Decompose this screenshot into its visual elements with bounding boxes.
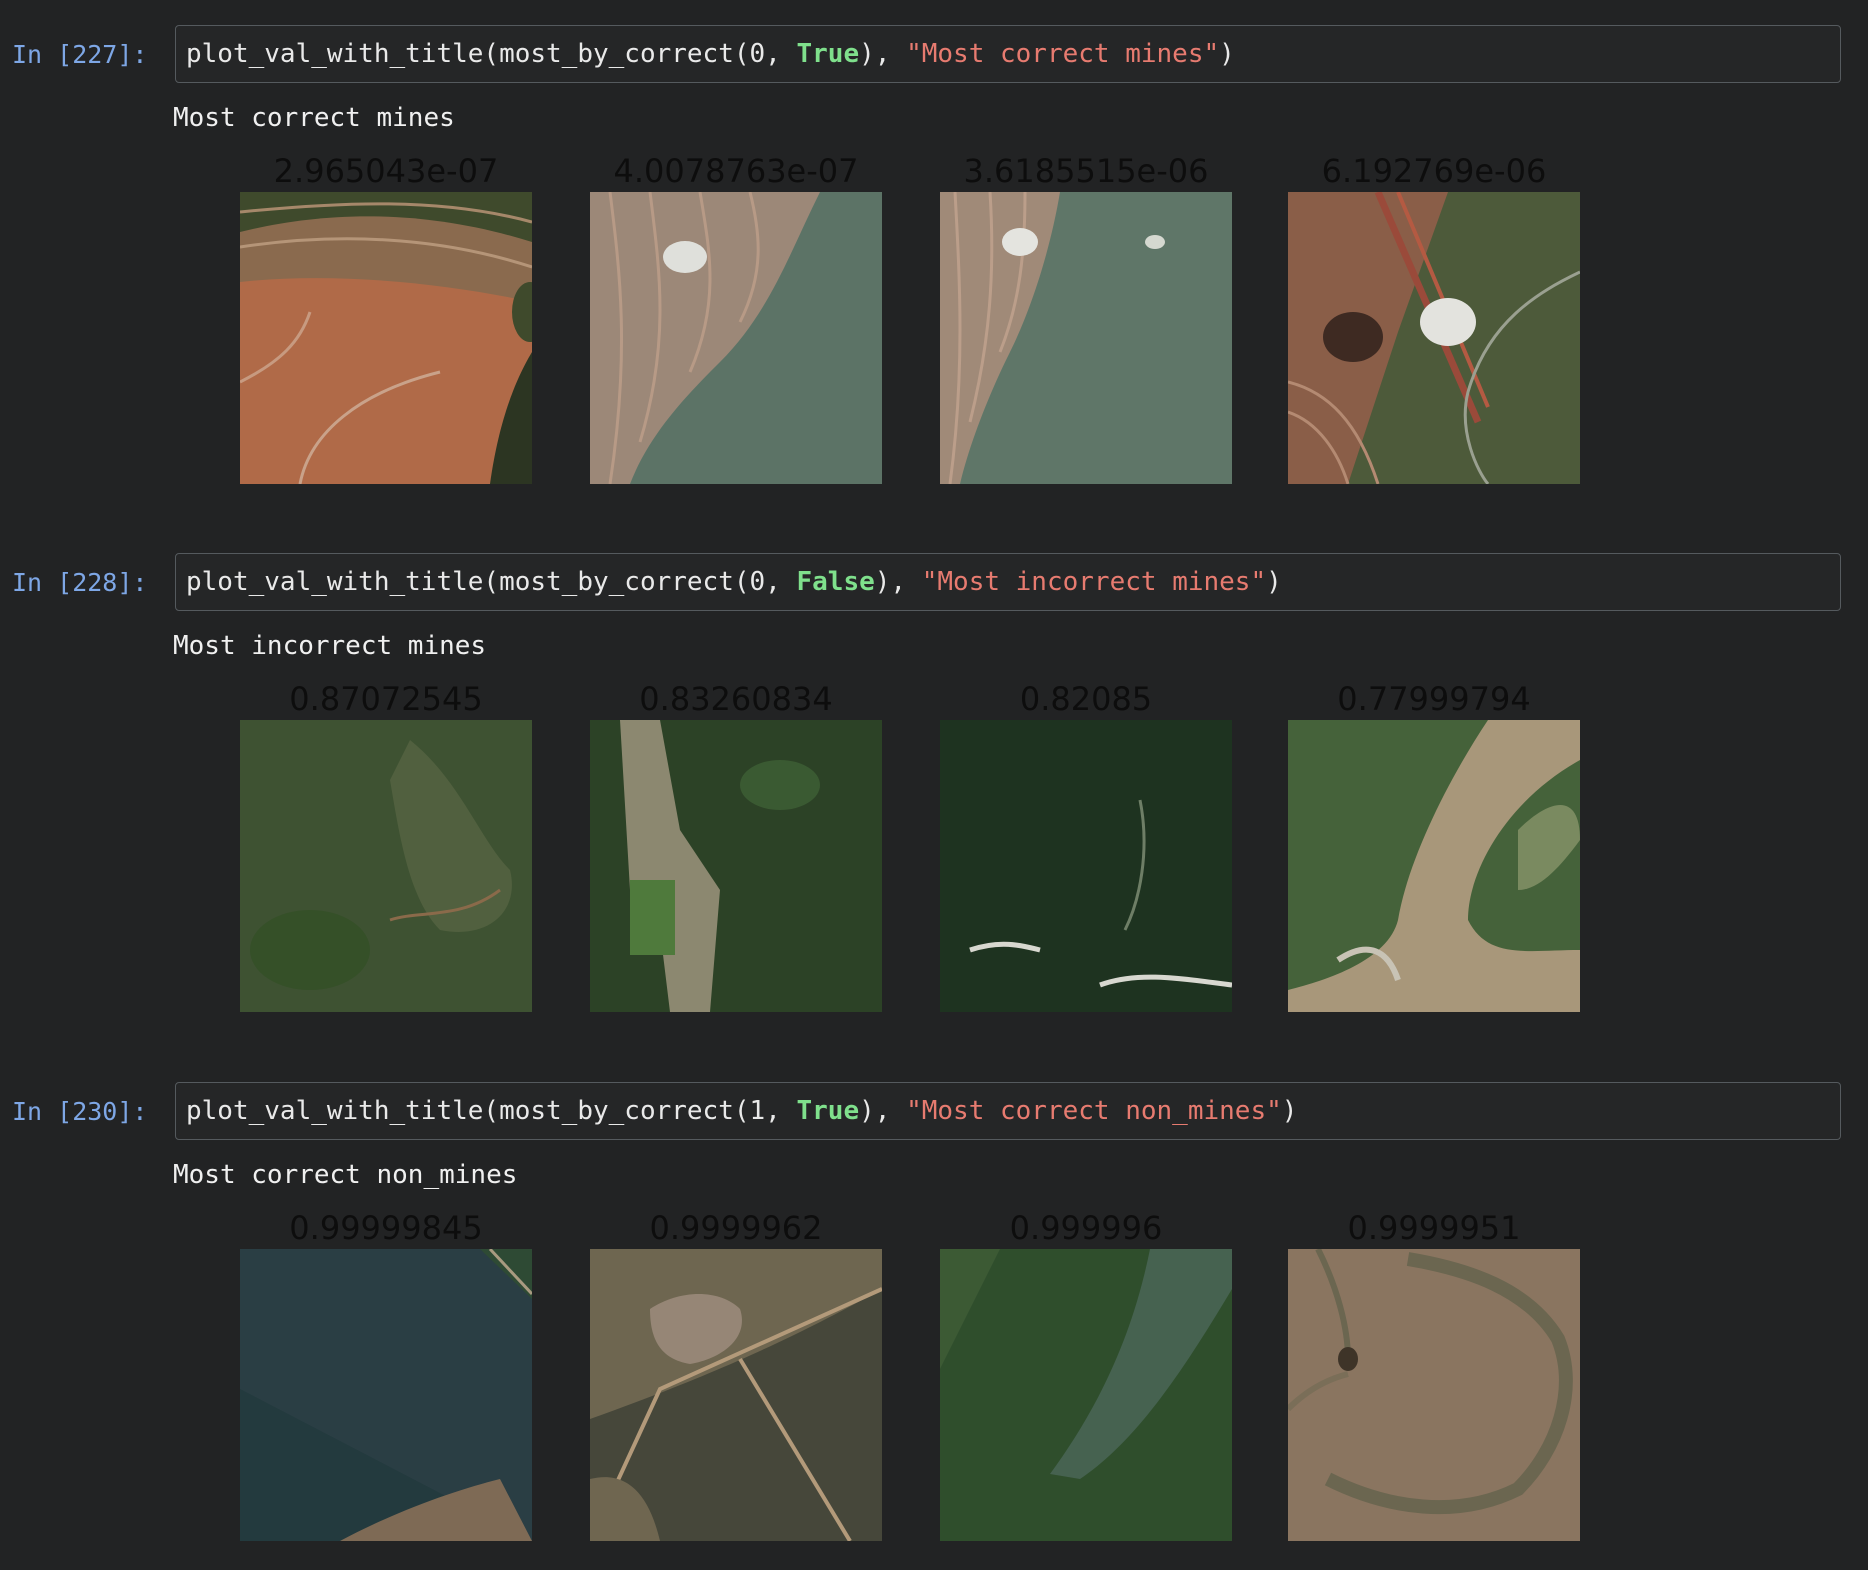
code-keyword: True	[796, 1096, 860, 1126]
code-string: "Most incorrect mines"	[921, 567, 1267, 597]
output-title: Most incorrect mines	[173, 631, 487, 661]
code-input[interactable]: plot_val_with_title(most_by_correct(0, F…	[175, 553, 1841, 611]
cell-prompt: In [230]:	[12, 1097, 148, 1126]
tile-label: 3.6185515e-06	[963, 152, 1209, 190]
tile-label: 0.9999962	[649, 1209, 823, 1247]
tile-label: 0.87072545	[289, 680, 483, 718]
satellite-image	[590, 1249, 882, 1541]
satellite-image	[1288, 720, 1580, 1012]
tile-label: 2.965043e-07	[273, 152, 499, 190]
code-end: )	[1266, 567, 1282, 597]
tile-label: 0.99999845	[289, 1209, 483, 1247]
code-mid: ),	[874, 567, 922, 597]
satellite-image	[1288, 192, 1580, 484]
code-fn: plot_val_with_title(most_by_correct(0,	[186, 39, 797, 69]
output-title: Most correct non_mines	[173, 1160, 518, 1190]
code-fn: plot_val_with_title(most_by_correct(0,	[186, 567, 797, 597]
code-keyword: False	[796, 567, 875, 597]
code-string: "Most correct mines"	[906, 39, 1220, 69]
tile-label: 6.192769e-06	[1321, 152, 1547, 190]
satellite-image	[1288, 1249, 1580, 1541]
code-string: "Most correct non_mines"	[906, 1096, 1282, 1126]
tile-label: 0.82085	[1019, 680, 1153, 718]
code-end: )	[1219, 39, 1235, 69]
cell-prompt: In [227]:	[12, 40, 148, 69]
satellite-image	[590, 192, 882, 484]
satellite-image	[240, 192, 532, 484]
code-input[interactable]: plot_val_with_title(most_by_correct(0, T…	[175, 25, 1841, 83]
satellite-image	[240, 720, 532, 1012]
code-keyword: True	[796, 39, 860, 69]
tile-label: 0.9999951	[1347, 1209, 1521, 1247]
cell-prompt: In [228]:	[12, 568, 148, 597]
code-fn: plot_val_with_title(most_by_correct(1,	[186, 1096, 797, 1126]
code-mid: ),	[859, 39, 907, 69]
tile-label: 4.0078763e-07	[613, 152, 859, 190]
tile-label: 0.999996	[1009, 1209, 1163, 1247]
satellite-image	[940, 192, 1232, 484]
tile-label: 0.83260834	[639, 680, 833, 718]
output-title: Most correct mines	[173, 103, 455, 133]
satellite-image	[590, 720, 882, 1012]
tile-label: 0.77999794	[1337, 680, 1531, 718]
code-input[interactable]: plot_val_with_title(most_by_correct(1, T…	[175, 1082, 1841, 1140]
code-end: )	[1281, 1096, 1298, 1126]
satellite-image	[940, 720, 1232, 1012]
satellite-image	[240, 1249, 532, 1541]
code-mid: ),	[859, 1096, 907, 1126]
satellite-image	[940, 1249, 1232, 1541]
